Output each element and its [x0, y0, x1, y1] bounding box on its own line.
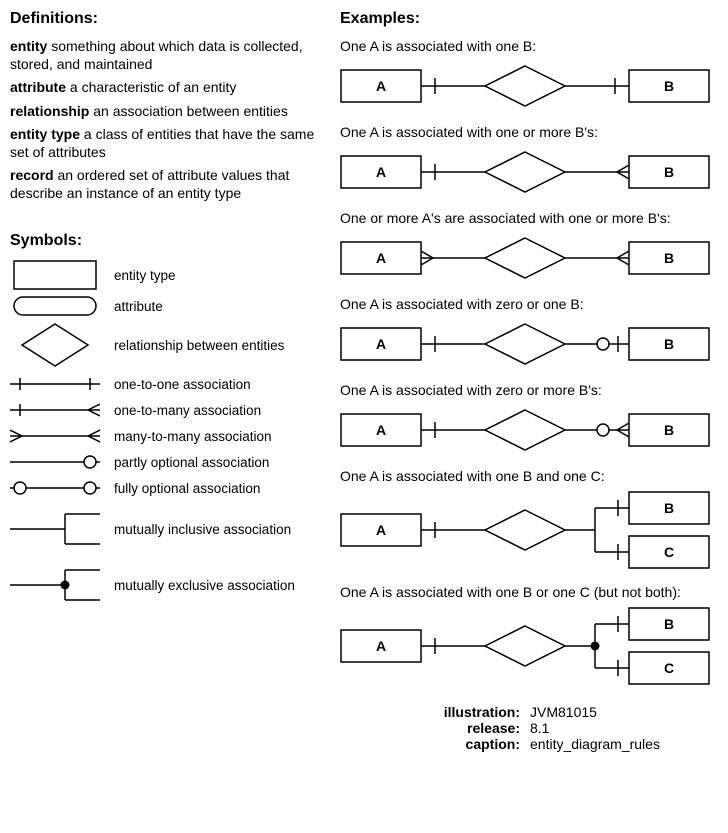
examples-heading: Examples:: [340, 10, 710, 28]
many-to-many-icon: [10, 426, 100, 446]
entity-a-label: A: [376, 250, 386, 266]
symbol-label: one-to-many association: [114, 403, 261, 418]
def-text: something about which data is collected,…: [10, 38, 303, 72]
def-term: relationship: [10, 103, 89, 119]
relationship-diamond: [485, 324, 565, 364]
relationship-diamond: [485, 152, 565, 192]
one-to-one-icon: [10, 374, 100, 394]
symbol-label: partly optional association: [114, 455, 269, 470]
example-one-to-one: One A is associated with one B: A B: [340, 38, 710, 110]
symbol-fully-optional: fully optional association: [10, 478, 320, 498]
symbol-label: many-to-many association: [114, 429, 272, 444]
symbol-label: fully optional association: [114, 481, 260, 496]
footer-caption-label: caption:: [10, 736, 530, 752]
entity-a-label: A: [376, 638, 386, 654]
partly-optional-icon: [10, 452, 100, 472]
symbols-heading: Symbols:: [10, 232, 320, 250]
entity-b-label: B: [664, 250, 674, 266]
symbol-label: entity type: [114, 268, 176, 283]
def-record: record an ordered set of attribute value…: [10, 167, 320, 202]
def-text: a characteristic of an entity: [70, 79, 237, 95]
example-many-to-many: One or more A's are associated with one …: [340, 210, 710, 282]
symbol-attribute: attribute: [10, 296, 320, 316]
entity-a-label: A: [376, 164, 386, 180]
footer-release-value: 8.1: [530, 720, 549, 736]
symbol-mutually-inclusive: mutually inclusive association: [10, 504, 320, 554]
entity-a-label: A: [376, 522, 386, 538]
fully-optional-icon: [10, 478, 100, 498]
example-exclusive-bc: One A is associated with one B or one C …: [340, 584, 710, 686]
attribute-pill-icon: [13, 296, 97, 316]
diagram-inclusive-bc: A B C: [340, 490, 710, 570]
entity-b-label: B: [664, 336, 674, 352]
def-term: entity type: [10, 126, 80, 142]
footer: illustration: JVM81015 release: 8.1 capt…: [10, 704, 710, 752]
symbol-label: one-to-one association: [114, 377, 251, 392]
entity-b-label: B: [664, 422, 674, 438]
def-entity: entity something about which data is col…: [10, 38, 320, 73]
entity-box-icon: [13, 260, 97, 290]
diagram-many-to-many: A B: [340, 232, 710, 282]
footer-release-label: release:: [10, 720, 530, 736]
entity-c-label: C: [664, 660, 674, 676]
definitions-heading: Definitions:: [10, 10, 320, 28]
mutually-exclusive-icon: [10, 560, 100, 610]
example-zero-or-one: One A is associated with zero or one B: …: [340, 296, 710, 368]
def-term: attribute: [10, 79, 66, 95]
diamond-icon: [20, 322, 90, 368]
symbol-mutually-exclusive: mutually exclusive association: [10, 560, 320, 610]
entity-b-label: B: [664, 616, 674, 632]
footer-illustration-label: illustration:: [10, 704, 530, 720]
diagram-exclusive-bc: A B C: [340, 606, 710, 686]
symbol-entity-type: entity type: [10, 260, 320, 290]
example-caption: One A is associated with one B:: [340, 38, 710, 54]
def-term: entity: [10, 38, 47, 54]
entity-b-label: B: [664, 500, 674, 516]
example-caption: One or more A's are associated with one …: [340, 210, 710, 226]
example-caption: One A is associated with one or more B's…: [340, 124, 710, 140]
symbol-label: relationship between entities: [114, 338, 284, 353]
relationship-diamond: [485, 626, 565, 666]
symbol-many-to-many: many-to-many association: [10, 426, 320, 446]
footer-illustration-value: JVM81015: [530, 704, 597, 720]
def-entity-type: entity type a class of entities that hav…: [10, 126, 320, 161]
symbol-one-to-one: one-to-one association: [10, 374, 320, 394]
def-relationship: relationship an association between enti…: [10, 103, 320, 121]
symbol-one-to-many: one-to-many association: [10, 400, 320, 420]
symbol-label: attribute: [114, 299, 163, 314]
footer-caption-value: entity_diagram_rules: [530, 736, 660, 752]
example-caption: One A is associated with zero or one B:: [340, 296, 710, 312]
relationship-diamond: [485, 66, 565, 106]
entity-b-label: B: [664, 78, 674, 94]
mutually-inclusive-icon: [10, 504, 100, 554]
entity-a-label: A: [376, 78, 386, 94]
def-term: record: [10, 167, 54, 183]
symbol-relationship: relationship between entities: [10, 322, 320, 368]
relationship-diamond: [485, 510, 565, 550]
diagram-one-to-many: A B: [340, 146, 710, 196]
example-caption: One A is associated with zero or more B'…: [340, 382, 710, 398]
example-one-to-many: One A is associated with one or more B's…: [340, 124, 710, 196]
def-attribute: attribute a characteristic of an entity: [10, 79, 320, 97]
one-to-many-icon: [10, 400, 100, 420]
example-caption: One A is associated with one B and one C…: [340, 468, 710, 484]
entity-c-label: C: [664, 544, 674, 560]
entity-a-label: A: [376, 422, 386, 438]
example-inclusive-bc: One A is associated with one B and one C…: [340, 468, 710, 570]
def-text: an association between entities: [93, 103, 288, 119]
example-zero-or-more: One A is associated with zero or more B'…: [340, 382, 710, 454]
diagram-zero-or-one: A B: [340, 318, 710, 368]
diagram-zero-or-more: A B: [340, 404, 710, 454]
symbol-label: mutually inclusive association: [114, 522, 291, 537]
symbol-partly-optional: partly optional association: [10, 452, 320, 472]
symbol-label: mutually exclusive association: [114, 578, 295, 593]
entity-a-label: A: [376, 336, 386, 352]
diagram-one-to-one: A B: [340, 60, 710, 110]
example-caption: One A is associated with one B or one C …: [340, 584, 710, 600]
relationship-diamond: [485, 238, 565, 278]
entity-b-label: B: [664, 164, 674, 180]
relationship-diamond: [485, 410, 565, 450]
